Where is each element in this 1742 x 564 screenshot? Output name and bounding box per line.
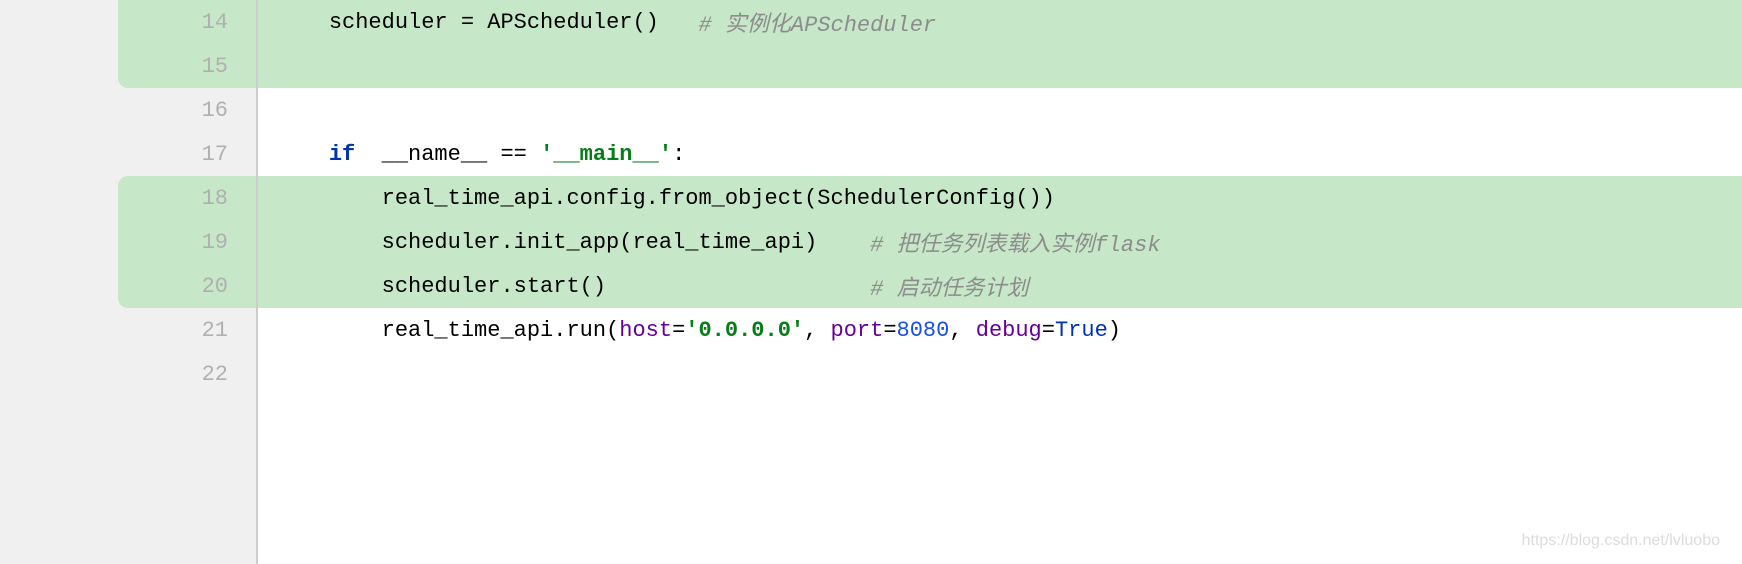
code-content[interactable]: scheduler = APScheduler() # 实例化APSchedul… [258,0,1742,564]
code-text: == [500,142,540,167]
code-text: = [1042,318,1055,343]
code-text: scheduler.init_app(real_time_api) [382,230,870,255]
highlight-marker [118,176,138,308]
line-number[interactable]: 15 [138,44,256,88]
line-number[interactable]: 17 [138,132,256,176]
code-line[interactable] [258,44,1742,88]
code-line[interactable]: scheduler.start() # 启动任务计划 [258,264,1742,308]
code-text: __name__ [368,142,500,167]
code-text: , [804,318,830,343]
indent [276,318,382,343]
keyword: if [329,142,369,167]
code-text: real_time_api.config.from_object(Schedul… [382,186,1055,211]
number-literal: 8080 [897,318,950,343]
param: port [831,318,884,343]
param: host [619,318,672,343]
comment: # 启动任务计划 [870,270,1028,302]
indent [276,10,329,35]
indent [276,186,382,211]
string-literal: '__main__' [540,142,672,167]
line-number[interactable]: 18 [138,176,256,220]
code-line[interactable]: scheduler.init_app(real_time_api) # 把任务列… [258,220,1742,264]
code-line[interactable]: scheduler = APScheduler() # 实例化APSchedul… [258,0,1742,44]
comment: # 把任务列表载入实例flask [870,226,1160,258]
indent [276,230,382,255]
code-line[interactable] [258,88,1742,132]
line-number[interactable]: 14 [138,0,256,44]
code-text: real_time_api.run( [382,318,620,343]
code-text: scheduler.start() [382,274,870,299]
code-text: : [672,142,685,167]
line-number[interactable]: 20 [138,264,256,308]
highlight-marker [118,0,138,88]
code-text: = [672,318,685,343]
line-number-gutter: 14 15 16 17 18 19 20 21 22 [138,0,258,564]
line-number[interactable]: 19 [138,220,256,264]
param: debug [976,318,1042,343]
code-line[interactable]: real_time_api.run(host='0.0.0.0', port=8… [258,308,1742,352]
code-line[interactable]: if __name__ == '__main__': [258,132,1742,176]
watermark-text: https://blog.csdn.net/lvluobo [1522,532,1720,550]
code-text: APScheduler() [487,10,698,35]
line-number[interactable]: 22 [138,352,256,396]
indent [276,274,382,299]
code-line[interactable] [258,352,1742,396]
code-text: , [949,318,975,343]
line-number[interactable]: 21 [138,308,256,352]
comment: # 实例化APScheduler [698,6,936,38]
indent [276,142,329,167]
keyword: True [1055,318,1108,343]
folding-margin [0,0,138,564]
code-text: scheduler [329,10,461,35]
code-text: ) [1108,318,1121,343]
string-literal: '0.0.0.0' [685,318,804,343]
code-line[interactable]: real_time_api.config.from_object(Schedul… [258,176,1742,220]
line-number[interactable]: 16 [138,88,256,132]
code-editor: 14 15 16 17 18 19 20 21 22 scheduler = A… [0,0,1742,564]
code-text: = [883,318,896,343]
code-text: = [461,10,487,35]
